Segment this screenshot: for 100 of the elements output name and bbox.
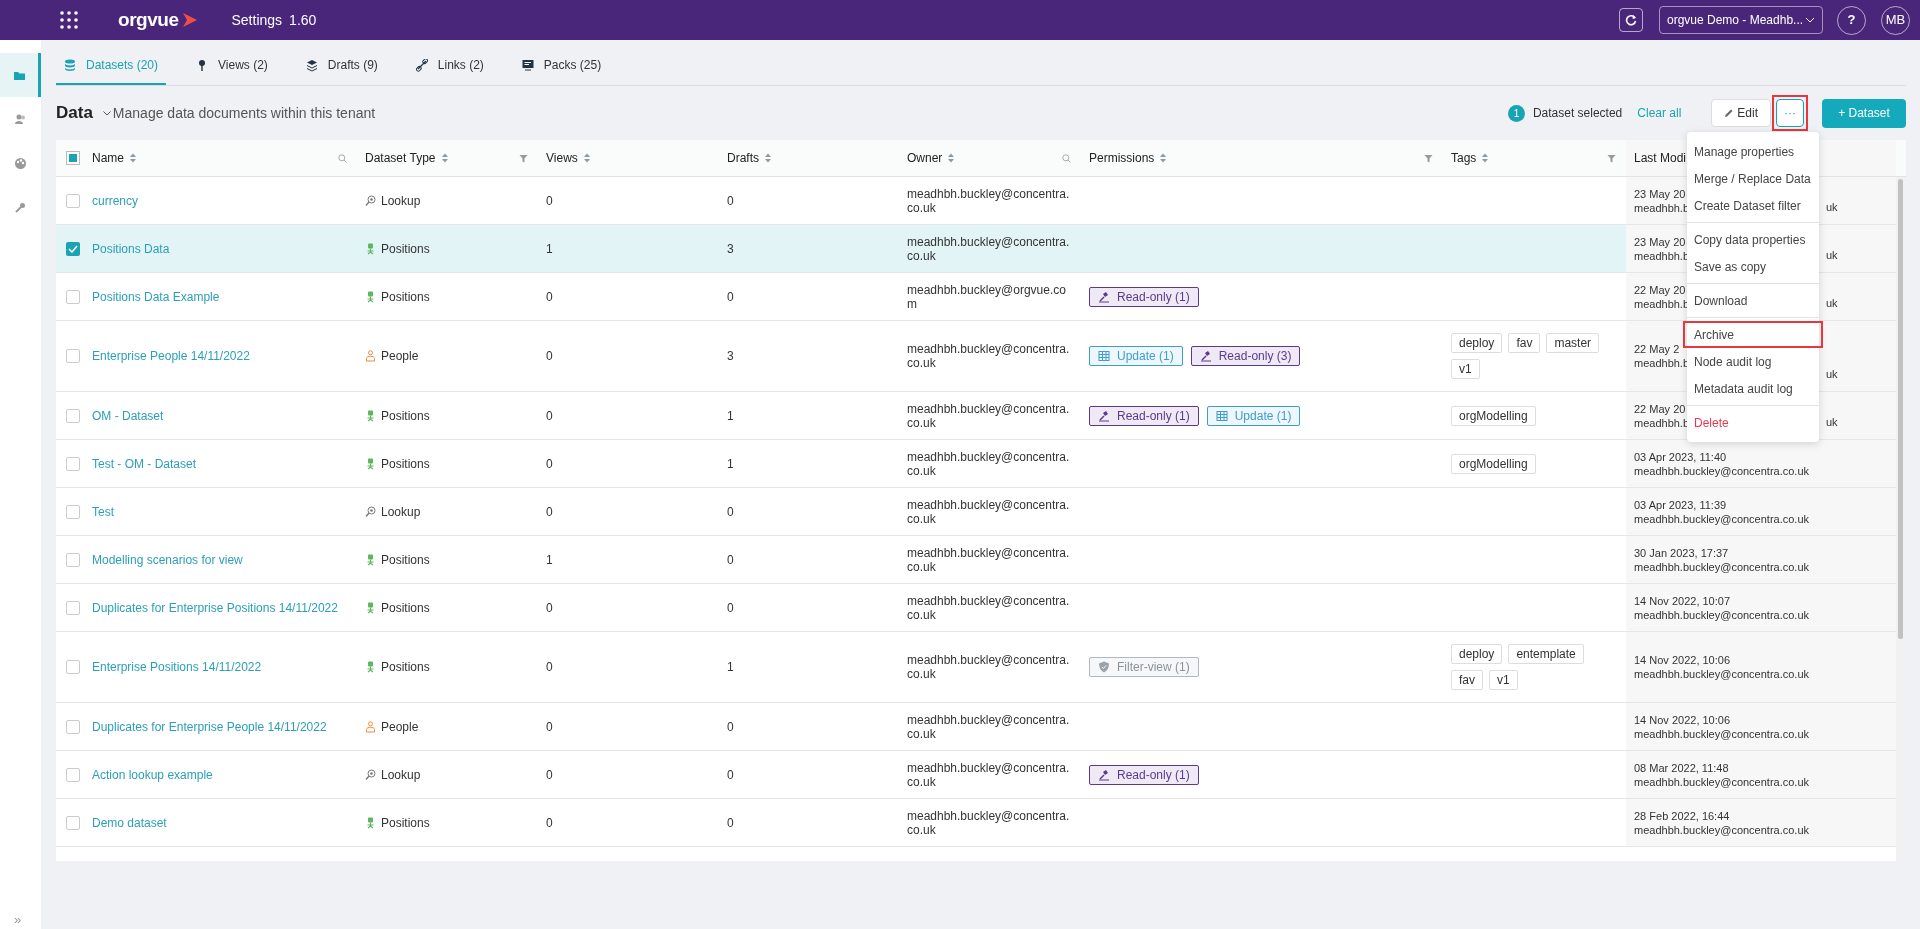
tag: fav <box>1451 670 1483 690</box>
scrollbar[interactable] <box>1896 177 1906 861</box>
modified-date: 22 May 20 <box>1634 282 1686 297</box>
dataset-type: Positions <box>381 288 430 306</box>
gavel-icon <box>1098 409 1110 422</box>
menu-item[interactable]: Archive <box>1683 321 1823 348</box>
permission-badge: Read-only (1) <box>1089 764 1199 785</box>
row-checkbox[interactable] <box>65 815 80 830</box>
count-cell-text: 1 <box>546 240 553 258</box>
magnifier-icon <box>365 194 376 207</box>
modified-by: uk <box>1826 367 1838 381</box>
column-header[interactable]: Name <box>92 149 124 167</box>
count-cell-text: 0 <box>546 455 553 473</box>
permission-badge: Update (1) <box>1206 405 1301 426</box>
dataset-type: Positions <box>381 240 430 258</box>
menu-item[interactable]: Copy data properties <box>1687 226 1819 253</box>
sort-icon <box>1159 153 1168 163</box>
column-header[interactable]: Dataset Type <box>365 149 436 167</box>
row-checkbox[interactable] <box>65 719 80 734</box>
modified-by: meadhbh.b <box>1634 248 1690 263</box>
row-checkbox[interactable] <box>65 193 80 208</box>
modified-by: uk <box>1826 200 1838 214</box>
count-cell-text: 3 <box>727 348 734 365</box>
menu-item[interactable]: Delete <box>1687 409 1819 436</box>
menu-item[interactable]: Save as copy <box>1687 253 1819 280</box>
row-checkbox[interactable] <box>65 349 80 363</box>
row-checkbox[interactable] <box>65 289 80 304</box>
row-checkbox[interactable] <box>65 660 80 674</box>
tab[interactable]: Drafts (9) <box>297 47 386 85</box>
modified-date: 08 Mar 2022, 11:48 <box>1634 760 1729 775</box>
modified-by: uk <box>1826 248 1838 262</box>
menu-item[interactable]: Node audit log <box>1687 348 1819 375</box>
dataset-type: Positions <box>381 814 430 832</box>
modified-date: 22 May 20 <box>1634 401 1686 416</box>
modified-date: 14 Nov 2022, 10:06 <box>1634 653 1731 667</box>
owner-email: meadhbh.buckley@orgvue.com <box>907 282 1067 311</box>
palette-icon <box>14 156 27 170</box>
modified-date: 28 Feb 2022, 16:44 <box>1634 808 1730 823</box>
count-cell-text: 0 <box>727 551 734 569</box>
column-header[interactable]: Owner <box>907 149 943 167</box>
app-grid-icon[interactable] <box>60 11 78 29</box>
modified-by: meadhbh.buckley@concentra.co.uk <box>1634 559 1810 574</box>
row-checkbox[interactable] <box>65 552 80 567</box>
row-checkbox[interactable] <box>65 408 80 423</box>
database-icon <box>64 58 76 72</box>
row-checkbox[interactable] <box>65 600 80 615</box>
owner-email: meadhbh.buckley@concentra.co.uk <box>907 593 1071 622</box>
tab[interactable]: Packs (25) <box>513 47 610 85</box>
selection-label: Dataset selected <box>1532 105 1623 122</box>
selection-count-badge: 1 <box>1507 104 1525 122</box>
modified-date: 03 Apr 2023, 11:39 <box>1634 497 1727 512</box>
modified-date: 23 May 20 <box>1634 186 1686 201</box>
tab[interactable]: Links (2) <box>407 47 492 85</box>
monitor-icon <box>521 58 534 72</box>
sort-icon <box>129 153 137 163</box>
modified-by: meadhbh.b <box>1634 415 1690 430</box>
select-all-checkbox[interactable] <box>65 151 80 165</box>
tab[interactable]: Views (2) <box>188 47 276 85</box>
chair-icon <box>365 601 376 614</box>
column-header[interactable]: Drafts <box>727 149 759 167</box>
menu-item[interactable]: Create Dataset filter <box>1687 192 1819 219</box>
column-header[interactable]: Last Modi <box>1634 149 1687 167</box>
modified-by: meadhbh.buckley@concentra.co.uk <box>1634 463 1810 478</box>
shield-icon <box>1098 661 1110 673</box>
column-header[interactable]: Views <box>546 149 578 167</box>
chair-icon <box>365 661 376 673</box>
menu-item[interactable]: Download <box>1687 287 1819 314</box>
column-header[interactable]: Tags <box>1451 149 1477 167</box>
row-checkbox[interactable] <box>65 767 80 782</box>
count-cell-text: 0 <box>546 766 553 784</box>
column-header[interactable]: Permissions <box>1089 149 1155 167</box>
tag: master <box>1546 333 1600 353</box>
menu-item[interactable]: Metadata audit log <box>1687 375 1819 402</box>
permission-badge: Filter-view (1) <box>1089 657 1199 677</box>
tag: deploy <box>1451 644 1503 664</box>
gavel-icon <box>1199 350 1212 362</box>
menu-item[interactable]: Merge / Replace Data <box>1687 165 1819 192</box>
sidebar-item[interactable] <box>0 53 41 97</box>
row-checkbox[interactable] <box>65 456 80 471</box>
check-icon <box>67 244 78 253</box>
permission-badge: Read-only (1) <box>1089 286 1199 307</box>
edit-button[interactable]: Edit <box>1711 99 1771 127</box>
count-cell-text: 0 <box>546 659 553 676</box>
count-cell-text: 0 <box>727 718 734 736</box>
tag: v1 <box>1489 670 1518 690</box>
person-icon <box>365 350 376 362</box>
dataset-type: Positions <box>381 659 430 676</box>
refresh-button[interactable] <box>1619 8 1643 32</box>
menu-item[interactable]: Manage properties <box>1687 138 1819 165</box>
refresh-icon <box>1625 14 1637 26</box>
chair-icon <box>365 242 376 255</box>
chair-icon <box>365 290 376 303</box>
tenant-select[interactable]: orgvue Demo - Meadhb... <box>1659 6 1823 34</box>
app-title: Settings <box>231 10 283 30</box>
owner-email: meadhbh.buckley@concentra.co.uk <box>907 234 1071 263</box>
row-checkbox[interactable] <box>65 504 80 519</box>
modified-by: meadhbh.buckley@concentra.co.uk <box>1634 822 1810 837</box>
row-checkbox[interactable] <box>65 241 80 256</box>
owner-email: meadhbh.buckley@concentra.co.uk <box>907 653 1071 681</box>
dataset-type: Lookup <box>381 192 421 210</box>
